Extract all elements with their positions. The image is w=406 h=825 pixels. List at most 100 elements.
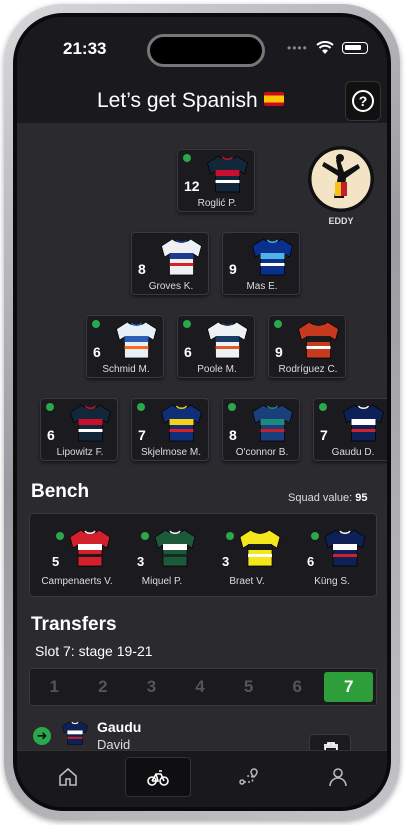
tab-route[interactable] [215, 757, 281, 797]
rider-value: 3 [222, 554, 230, 569]
battery-icon [341, 42, 368, 54]
tab-profile[interactable] [305, 757, 371, 797]
tab-team[interactable] [125, 757, 191, 797]
signal-icon: •••• [287, 41, 308, 55]
active-status-dot [137, 403, 145, 411]
rider-name: Mas E. [246, 281, 278, 292]
rider-value: 6 [93, 344, 101, 360]
rider-name: Campenaerts V. [41, 576, 113, 587]
stage-slot-6[interactable]: 6 [273, 669, 322, 705]
rider-value: 6 [307, 554, 315, 569]
jersey-icon [252, 404, 293, 442]
wifi-icon [316, 41, 334, 54]
rider-name: Lipowitz F. [56, 447, 104, 458]
jersey-icon [207, 321, 248, 359]
stage-slot-4[interactable]: 4 [176, 669, 225, 705]
rider-value: 7 [138, 427, 146, 443]
rider-name: Skjelmose M. [140, 447, 201, 458]
jersey-icon [69, 529, 111, 567]
active-status-dot [183, 320, 191, 328]
rider-name: Gaudu D. [331, 447, 375, 458]
rider-card[interactable]: 7 Gaudu D. [313, 398, 387, 461]
jersey-icon [324, 529, 366, 567]
bench-title: Bench [31, 481, 90, 502]
status-icons: •••• [287, 41, 368, 55]
rider-name: Groves K. [148, 281, 194, 292]
active-status-dot [56, 532, 64, 540]
rider-card[interactable]: 6 Lipowitz F. [40, 398, 118, 461]
transfers-title: Transfers [31, 614, 117, 635]
app-screen: 21:33 •••• Let’s get Spanish ? 12 Roglić … [17, 17, 387, 807]
question-circle-icon: ? [352, 90, 374, 112]
arrow-right-icon: ➜ [33, 727, 51, 745]
tab-bar [17, 750, 387, 807]
spain-flag-icon [263, 92, 284, 106]
slot-label: Slot 7: stage 19-21 [35, 643, 153, 659]
jersey-icon [161, 404, 202, 442]
stage-slot-5[interactable]: 5 [224, 669, 273, 705]
bench-rider[interactable]: 3 Braet V. [204, 514, 290, 598]
user-icon [329, 768, 347, 787]
rider-name: Braet V. [229, 576, 265, 587]
phone-frame: 21:33 •••• Let’s get Spanish ? 12 Roglić … [4, 4, 400, 820]
jersey-icon [154, 529, 196, 567]
active-status-dot [141, 532, 149, 540]
rider-card[interactable]: 9 Mas E. [222, 232, 300, 295]
rider-card[interactable]: 8 Groves K. [131, 232, 209, 295]
bench-rider[interactable]: 6 Küng S. [289, 514, 375, 598]
jersey-icon [252, 238, 293, 276]
rider-card[interactable]: 7 Skjelmose M. [131, 398, 209, 461]
rider-card[interactable]: 6 Schmid M. [86, 315, 164, 378]
active-status-dot [228, 403, 236, 411]
top-bar: 21:33 •••• Let’s get Spanish ? [17, 17, 387, 123]
stage-slot-7[interactable]: 7 [324, 672, 374, 702]
rider-value: 9 [275, 344, 283, 360]
rider-card[interactable]: 8 O'connor B. [222, 398, 300, 461]
stage-slot-2[interactable]: 2 [79, 669, 128, 705]
captain-avatar[interactable] [308, 146, 374, 212]
rider-card[interactable]: 12 Roglić P. [177, 149, 255, 212]
jersey-icon [161, 238, 202, 276]
squad-value: Squad value: 95 [288, 492, 368, 504]
stage-slot-3[interactable]: 3 [127, 669, 176, 705]
rider-name: Poole M. [197, 364, 237, 375]
help-button[interactable]: ? [345, 81, 381, 121]
rider-value: 6 [47, 427, 55, 443]
rider-name: Rodríguez C. [278, 364, 338, 375]
rider-card[interactable]: 6 Poole M. [177, 315, 255, 378]
phone-bezel: 21:33 •••• Let’s get Spanish ? 12 Roglić … [13, 13, 391, 811]
home-icon [59, 767, 77, 786]
rider-name: Küng S. [314, 576, 350, 587]
rider-value: 6 [184, 344, 192, 360]
tab-home[interactable] [35, 757, 101, 797]
active-status-dot [319, 403, 327, 411]
bench-rider[interactable]: 5 Campenaerts V. [34, 514, 120, 598]
jersey-icon [62, 721, 88, 745]
active-status-dot [226, 532, 234, 540]
rider-value: 3 [137, 554, 145, 569]
rider-value: 7 [320, 427, 328, 443]
active-status-dot [92, 320, 100, 328]
jersey-icon [343, 404, 384, 442]
active-status-dot [46, 403, 54, 411]
active-status-dot [311, 532, 319, 540]
rider-value: 8 [138, 261, 146, 277]
bench-list: 5 Campenaerts V. 3 Miquel P. 3 Braet V. 6 Küng … [29, 513, 377, 597]
active-status-dot [183, 154, 191, 162]
jersey-icon [207, 155, 248, 193]
stage-selector: 1234567 [29, 668, 377, 706]
bicycle-icon [147, 770, 169, 786]
dynamic-island [147, 34, 265, 67]
rider-name: Schmid M. [102, 364, 150, 375]
rider-value: 8 [229, 427, 237, 443]
active-status-dot [274, 320, 282, 328]
status-time: 21:33 [63, 39, 107, 58]
stage-slot-1[interactable]: 1 [30, 669, 79, 705]
jersey-icon [70, 404, 111, 442]
route-icon [239, 768, 258, 785]
rider-value: 9 [229, 261, 237, 277]
bench-rider[interactable]: 3 Miquel P. [119, 514, 205, 598]
transfer-last-name: Gaudu [97, 719, 142, 735]
rider-card[interactable]: 9 Rodríguez C. [268, 315, 346, 378]
page-title: Let’s get Spanish [97, 89, 284, 113]
